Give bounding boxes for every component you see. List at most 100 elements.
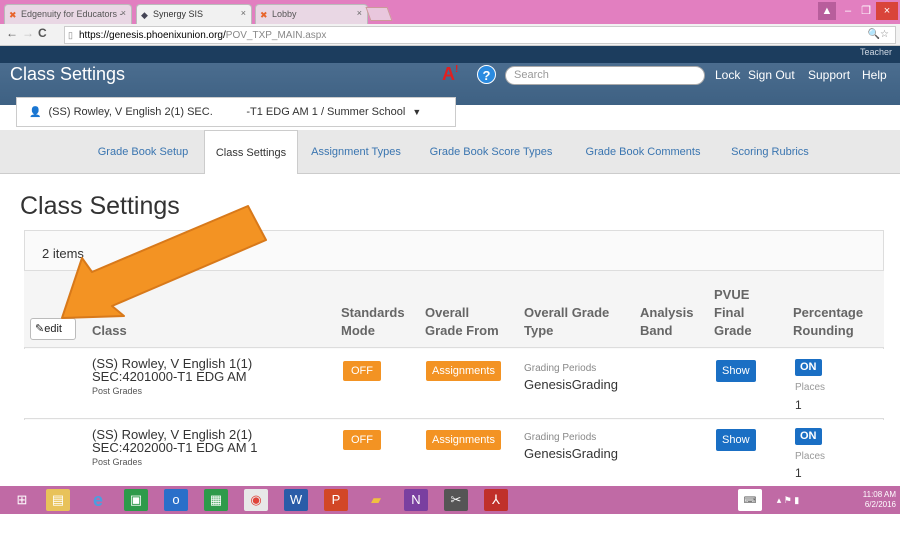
- reload-icon[interactable]: C: [38, 26, 47, 40]
- column-header-line: Mode: [341, 323, 375, 338]
- keyboard-icon[interactable]: ⌨: [738, 489, 762, 511]
- outlook-icon[interactable]: o: [164, 489, 188, 511]
- app-title: Class Settings: [10, 64, 126, 84]
- column-header-line: Type: [524, 323, 554, 338]
- page-title: Class Settings: [20, 192, 180, 220]
- tab-grade-book-comments[interactable]: Grade Book Comments: [570, 130, 716, 174]
- class-selector-label: (SS) Rowley, V English 2(1) SEC. -T1 EDG…: [48, 106, 406, 118]
- clock-time: 11:08 AM: [862, 490, 896, 499]
- column-header-line: Analysis: [640, 305, 694, 320]
- column-header-overall-grade-type[interactable]: Overall Grade Type: [524, 304, 609, 340]
- post-grades-label: Post Grades: [92, 457, 143, 467]
- powerpoint-icon[interactable]: P: [324, 489, 348, 511]
- column-header-standards-mode[interactable]: Standards Mode: [341, 304, 405, 340]
- snipping-tool-icon[interactable]: ✂: [444, 489, 468, 511]
- column-header-line: Grade: [714, 323, 752, 338]
- class-section: SEC:4201000-T1 EDG AM: [92, 369, 247, 384]
- column-header-line: Standards: [341, 305, 405, 320]
- forward-icon[interactable]: →: [22, 26, 34, 40]
- system-tray-icons[interactable]: ▴ ⚑ ▮ ◂): [776, 489, 800, 527]
- help-link[interactable]: Help: [862, 68, 887, 82]
- column-header-class[interactable]: Class: [92, 322, 127, 340]
- column-header-line: Final: [714, 305, 745, 320]
- column-header-line: PVUE: [714, 287, 750, 302]
- zoom-star-icon[interactable]: 🔍☆: [868, 29, 889, 40]
- caret-down-icon: ▼: [412, 107, 422, 117]
- close-window-icon[interactable]: ×: [876, 2, 898, 20]
- restore-icon[interactable]: ❐: [858, 2, 874, 20]
- pvue-show-button[interactable]: Show: [716, 360, 756, 382]
- standards-mode-toggle[interactable]: OFF: [343, 430, 381, 450]
- search-placeholder: Search: [514, 69, 549, 81]
- places-label: Places: [795, 451, 826, 462]
- new-tab-button[interactable]: [365, 7, 393, 21]
- back-icon[interactable]: ←: [6, 26, 18, 40]
- grade-from-badge[interactable]: Assignments: [426, 430, 501, 450]
- word-icon[interactable]: W: [284, 489, 308, 511]
- column-header-line: Percentage: [793, 305, 864, 320]
- support-link[interactable]: Support: [808, 68, 850, 82]
- browser-tab-strip: [0, 0, 900, 24]
- alert-icon[interactable]: A!: [442, 64, 464, 84]
- places-value: 1: [795, 398, 802, 412]
- url-domain: https://genesis.phoenixunion.org/: [79, 30, 226, 41]
- browser-tab-synergy[interactable]: ◆ Synergy SIS ×: [136, 4, 252, 24]
- calculator-icon[interactable]: ▦: [204, 489, 228, 511]
- column-header-percentage-rounding[interactable]: Percentage Rounding: [793, 304, 863, 340]
- url-field[interactable]: ▯ https://genesis.phoenixunion.org/POV_T…: [64, 26, 896, 44]
- rounding-toggle[interactable]: ON: [795, 428, 822, 445]
- tab-scoring-rubrics[interactable]: Scoring Rubrics: [718, 130, 822, 174]
- clock-date: 6/2/2016: [864, 500, 896, 509]
- close-tab-icon[interactable]: ×: [357, 8, 362, 18]
- edit-label: edit: [44, 323, 62, 335]
- column-header-overall-grade-from[interactable]: Overall Grade From: [425, 304, 499, 340]
- search-input[interactable]: Search: [505, 66, 705, 85]
- file-explorer-icon[interactable]: ▤: [46, 489, 70, 511]
- column-header-analysis-band[interactable]: Analysis Band: [640, 304, 693, 340]
- onenote-icon[interactable]: N: [404, 489, 428, 511]
- browser-tab-title: Synergy SIS: [153, 9, 204, 19]
- sign-out-link[interactable]: Sign Out: [748, 68, 795, 82]
- grade-type-label: Grading Periods: [524, 363, 597, 374]
- class-cell: (SS) Rowley, V English 2(1) SEC:4202000-…: [92, 428, 257, 469]
- edgenuity-favicon-icon: ✖: [9, 10, 17, 20]
- close-tab-icon[interactable]: ×: [241, 8, 246, 18]
- lobby-favicon-icon: ✖: [260, 10, 268, 20]
- browser-tab-edgenuity[interactable]: ✖ Edgenuity for Educators - ×: [4, 4, 132, 24]
- acrobat-icon[interactable]: ⅄: [484, 489, 508, 511]
- user-profile-icon[interactable]: ▲: [818, 2, 836, 20]
- places-value: 1: [795, 466, 802, 480]
- pvue-show-button[interactable]: Show: [716, 429, 756, 451]
- column-header-line: Rounding: [793, 323, 854, 338]
- tab-grade-book-score-types[interactable]: Grade Book Score Types: [414, 130, 568, 174]
- tab-class-settings[interactable]: Class Settings: [204, 130, 298, 174]
- close-tab-icon[interactable]: ×: [121, 8, 126, 18]
- grade-from-badge[interactable]: Assignments: [426, 361, 501, 381]
- grade-type-value: GenesisGrading: [524, 446, 618, 461]
- tab-assignment-types[interactable]: Assignment Types: [300, 130, 412, 174]
- browser-tab-lobby[interactable]: ✖ Lobby ×: [255, 4, 368, 24]
- system-clock[interactable]: 11:08 AM 6/2/2016: [863, 490, 896, 510]
- help-icon[interactable]: ?: [477, 65, 496, 84]
- grade-type-value: GenesisGrading: [524, 377, 618, 392]
- chrome-icon[interactable]: ◉: [244, 489, 268, 511]
- edit-icon: ✎: [35, 323, 45, 335]
- browser-tab-title: Lobby: [272, 9, 297, 19]
- edit-button[interactable]: ✎edit: [30, 318, 76, 340]
- tab-grade-book-setup[interactable]: Grade Book Setup: [84, 130, 202, 174]
- class-selector-dropdown[interactable]: 👤 (SS) Rowley, V English 2(1) SEC. -T1 E…: [16, 97, 456, 127]
- column-header-pvue-final-grade[interactable]: PVUE Final Grade: [714, 286, 752, 340]
- url-path: POV_TXP_MAIN.aspx: [225, 30, 327, 41]
- standards-mode-toggle[interactable]: OFF: [343, 361, 381, 381]
- store-icon[interactable]: ▣: [124, 489, 148, 511]
- internet-explorer-icon[interactable]: e: [86, 489, 110, 511]
- folder-icon[interactable]: ▰: [364, 489, 388, 511]
- page-icon: ▯: [68, 30, 73, 40]
- rounding-toggle[interactable]: ON: [795, 359, 822, 376]
- lock-link[interactable]: Lock: [715, 68, 740, 82]
- minimize-icon[interactable]: –: [840, 2, 856, 20]
- places-label: Places: [795, 382, 826, 393]
- column-header-line: Overall: [425, 305, 470, 320]
- class-section: SEC:4202000-T1 EDG AM 1: [92, 440, 258, 455]
- start-icon[interactable]: ⊞: [10, 489, 34, 511]
